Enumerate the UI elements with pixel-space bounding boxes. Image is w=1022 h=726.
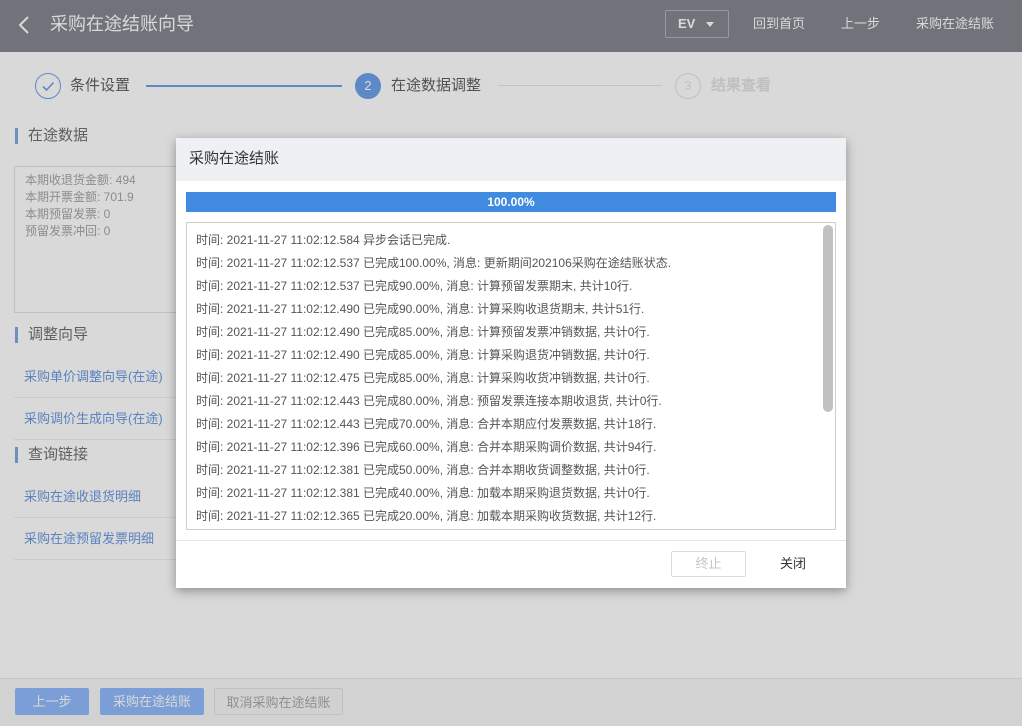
log-line: 时间: 2021-11-27 11:02:12.490 已完成85.00%, 消… <box>196 325 650 339</box>
log-line: 时间: 2021-11-27 11:02:12.475 已完成85.00%, 消… <box>196 371 650 385</box>
dialog-title: 采购在途结账 <box>189 150 280 167</box>
log-line: 时间: 2021-11-27 11:02:12.490 已完成85.00%, 消… <box>196 348 650 362</box>
log-line: 时间: 2021-11-27 11:02:12.584 异步会话已完成. <box>196 233 451 247</box>
dialog-footer-divider <box>176 540 846 541</box>
progress-bar: 100.00% <box>186 192 836 212</box>
progress-label: 100.00% <box>487 195 535 209</box>
stop-button[interactable]: 终止 <box>671 551 746 577</box>
log-line: 时间: 2021-11-27 11:02:12.381 已完成40.00%, 消… <box>196 486 650 500</box>
log-line: 时间: 2021-11-27 11:02:12.490 已完成90.00%, 消… <box>196 302 645 316</box>
close-button[interactable]: 关闭 <box>760 551 826 577</box>
log-scrollbar-thumb[interactable] <box>823 225 833 412</box>
log-panel[interactable]: 时间: 2021-11-27 11:02:12.584 异步会话已完成. 时间:… <box>186 222 836 530</box>
log-line: 时间: 2021-11-27 11:02:12.365 已完成20.00%, 消… <box>196 509 657 523</box>
log-line: 时间: 2021-11-27 11:02:12.537 已完成100.00%, … <box>196 256 672 270</box>
log-line: 时间: 2021-11-27 11:02:12.537 已完成90.00%, 消… <box>196 279 633 293</box>
log-line: 时间: 2021-11-27 11:02:12.381 已完成50.00%, 消… <box>196 463 650 477</box>
log-line: 时间: 2021-11-27 11:02:12.396 已完成60.00%, 消… <box>196 440 657 454</box>
log-line: 时间: 2021-11-27 11:02:12.443 已完成80.00%, 消… <box>196 394 662 408</box>
log-list: 时间: 2021-11-27 11:02:12.584 异步会话已完成. 时间:… <box>187 223 822 528</box>
dialog-header: 采购在途结账 <box>176 138 846 181</box>
log-line: 时间: 2021-11-27 11:02:12.443 已完成70.00%, 消… <box>196 417 657 431</box>
transit-close-dialog: 采购在途结账 100.00% 时间: 2021-11-27 11:02:12.5… <box>176 138 846 588</box>
wizard-page: 采购在途结账向导 EV 回到首页 上一步 采购在途结账 条件设置 2 在途数据调… <box>0 0 1022 726</box>
